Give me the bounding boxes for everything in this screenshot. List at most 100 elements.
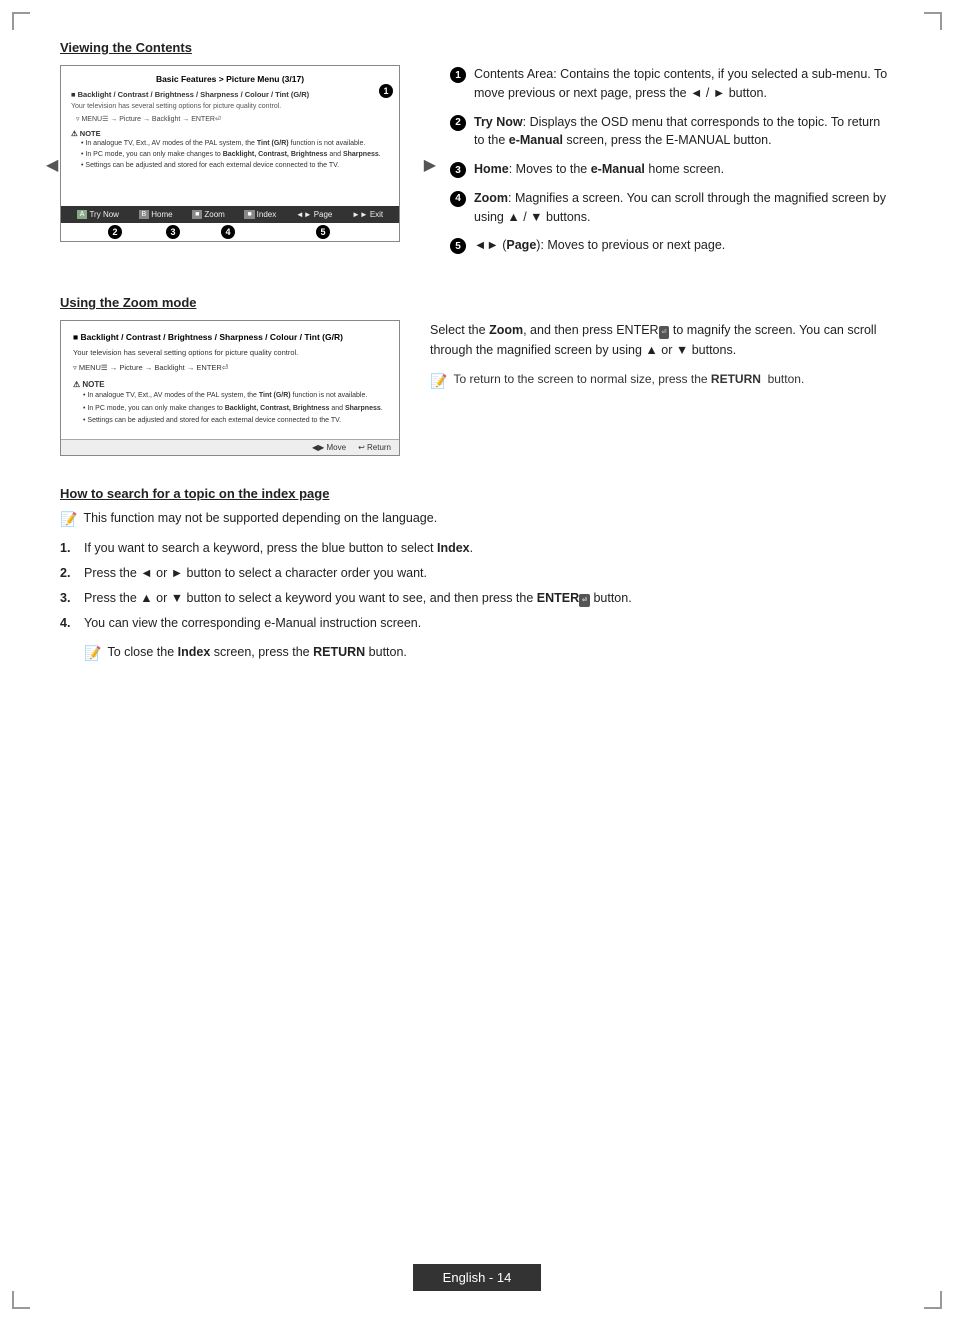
badge-1: 1 — [379, 84, 393, 98]
annotation-num-4: 4 — [450, 191, 466, 207]
step-item-4: 4. You can view the corresponding e-Manu… — [60, 613, 894, 633]
step-item-3: 3. Press the ▲ or ▼ button to select a k… — [60, 588, 894, 608]
step-item-2: 2. Press the ◄ or ► button to select a c… — [60, 563, 894, 583]
annotation-item-1: 1 Contents Area: Contains the topic cont… — [450, 65, 894, 103]
step-num-1: 1. — [60, 538, 78, 558]
step-text-4: You can view the corresponding e-Manual … — [84, 613, 894, 633]
nav-exit: ►► Exit — [352, 210, 383, 219]
zoom-screen-sub: Your television has several setting opti… — [73, 347, 387, 358]
footer-label: English - 14 — [413, 1264, 542, 1291]
zoom-nav-return: ↩ Return — [358, 443, 391, 452]
nav-badges-row: 2 3 4 5 — [61, 223, 399, 241]
zoom-screen-title: ■ Backlight / Contrast / Brightness / Sh… — [73, 331, 387, 344]
zoom-text-p1: Select the Zoom, and then press ENTER⏎ t… — [430, 320, 894, 360]
viewing-screen-mockup: Basic Features > Picture Menu (3/17) ■ B… — [60, 65, 400, 242]
step-note-text: To close the Index screen, press the RET… — [107, 645, 406, 662]
nav-page: ◄► Page — [296, 210, 333, 219]
step-num-4: 4. — [60, 613, 78, 633]
screen-content-area: Basic Features > Picture Menu (3/17) ■ B… — [61, 66, 399, 206]
zoom-mode-section: ■ Backlight / Contrast / Brightness / Sh… — [60, 320, 894, 456]
annotation-item-3: 3 Home: Moves to the e-Manual home scree… — [450, 160, 894, 179]
nav-page-icon: ◄► — [296, 210, 312, 219]
annotation-text-3: Home: Moves to the e-Manual home screen. — [474, 160, 894, 179]
index-note-icon: 📝 — [60, 511, 77, 528]
nav-try-now: A Try Now — [77, 210, 119, 219]
annotation-text-4: Zoom: Magnifies a screen. You can scroll… — [474, 189, 894, 227]
screen-title: Basic Features > Picture Menu (3/17) — [71, 74, 389, 86]
nav-zoom: ■ Zoom — [192, 210, 225, 219]
nav-exit-label: Exit — [370, 210, 383, 219]
footer: English - 14 — [0, 1264, 954, 1291]
nav-zoom-icon: ■ — [192, 210, 202, 219]
step-num-3: 3. — [60, 588, 78, 608]
zoom-mode-title: Using the Zoom mode — [60, 295, 894, 310]
zoom-note-title: ⚠ NOTE — [73, 379, 387, 391]
badge-4: 4 — [221, 225, 235, 239]
viewing-contents-section: ◀ Basic Features > Picture Menu (3/17) ■… — [60, 65, 894, 265]
annotation-list: 1 Contents Area: Contains the topic cont… — [450, 65, 894, 255]
badge-5: 5 — [316, 225, 330, 239]
index-note-text: This function may not be supported depen… — [83, 511, 437, 528]
zoom-nav-move: ◀▶ Move — [312, 443, 346, 452]
zoom-bullet-1: • In analogue TV, Ext., AV modes of the … — [83, 391, 387, 402]
screen-content-bold: ■ Backlight / Contrast / Brightness / Sh… — [71, 90, 389, 101]
nav-home-label: Home — [151, 210, 172, 219]
zoom-nav-bar: ◀▶ Move ↩ Return — [61, 439, 399, 455]
index-section: How to search for a topic on the index p… — [60, 486, 894, 662]
step-num-2: 2. — [60, 563, 78, 583]
zoom-return-note: To return to the screen to normal size, … — [453, 370, 804, 392]
screen-bullet-3: • Settings can be adjusted and stored fo… — [81, 161, 389, 171]
zoom-screen-menu: ▿ MENU☰ → Picture → Backlight → ENTER⏎ — [73, 362, 387, 373]
screen-navigation-bar: A Try Now B Home ■ Zoom ■ Index — [61, 206, 399, 223]
nav-try-now-icon: A — [77, 210, 88, 219]
zoom-note-para: 📝 To return to the screen to normal size… — [430, 370, 894, 392]
step-note-icon: 📝 — [84, 645, 101, 662]
index-section-title: How to search for a topic on the index p… — [60, 486, 894, 501]
nav-index: ■ Index — [244, 210, 276, 219]
viewing-contents-title: Viewing the Contents — [60, 40, 894, 55]
annotation-item-4: 4 Zoom: Magnifies a screen. You can scro… — [450, 189, 894, 227]
page: Viewing the Contents ◀ Basic Features > … — [0, 0, 954, 1321]
screen-note-section: ⚠ NOTE • In analogue TV, Ext., AV modes … — [71, 129, 389, 171]
nav-index-icon: ■ — [244, 210, 254, 219]
nav-home: B Home — [139, 210, 173, 219]
zoom-screen-inner: ■ Backlight / Contrast / Brightness / Sh… — [61, 321, 399, 439]
screen-note-title: ⚠ NOTE — [71, 129, 389, 140]
index-note: 📝 This function may not be supported dep… — [60, 511, 894, 528]
nav-page-label: Page — [314, 210, 333, 219]
annotation-text-5: ◄► (Page): Moves to previous or next pag… — [474, 236, 894, 255]
zoom-screen-wrapper: ■ Backlight / Contrast / Brightness / Sh… — [60, 320, 400, 456]
nav-exit-icon: ►► — [352, 210, 368, 219]
annotation-text-1: Contents Area: Contains the topic conten… — [474, 65, 894, 103]
annotation-num-5: 5 — [450, 238, 466, 254]
zoom-text-area: Select the Zoom, and then press ENTER⏎ t… — [430, 320, 894, 456]
annotation-item-5: 5 ◄► (Page): Moves to previous or next p… — [450, 236, 894, 255]
viewing-annotations: 1 Contents Area: Contains the topic cont… — [450, 65, 894, 265]
zoom-bullet-3: • Settings can be adjusted and stored fo… — [83, 416, 387, 427]
step-text-2: Press the ◄ or ► button to select a char… — [84, 563, 894, 583]
nav-home-icon: B — [139, 210, 150, 219]
badge-2: 2 — [108, 225, 122, 239]
badge-3: 3 — [166, 225, 180, 239]
annotation-item-2: 2 Try Now: Displays the OSD menu that co… — [450, 113, 894, 151]
step-item-1: 1. If you want to search a keyword, pres… — [60, 538, 894, 558]
steps-list: 1. If you want to search a keyword, pres… — [60, 538, 894, 633]
zoom-bullet-2: • In PC mode, you can only make changes … — [83, 404, 387, 415]
screen-arrow-right: ▶ — [424, 155, 436, 175]
step-note: 📝 To close the Index screen, press the R… — [84, 645, 894, 662]
step-text-1: If you want to search a keyword, press t… — [84, 538, 894, 558]
screen-content-sub: Your television has several setting opti… — [71, 102, 389, 112]
note-icon: 📝 — [430, 370, 447, 392]
step-text-3: Press the ▲ or ▼ button to select a keyw… — [84, 588, 894, 608]
screen-bullet-1: • In analogue TV, Ext., AV modes of the … — [81, 139, 389, 149]
annotation-num-3: 3 — [450, 162, 466, 178]
screen-menu-line: ▿ MENU☰ → Picture → Backlight → ENTER⏎ — [76, 115, 389, 125]
zoom-screen-mockup: ■ Backlight / Contrast / Brightness / Sh… — [60, 320, 400, 456]
screen-bullet-2: • In PC mode, you can only make changes … — [81, 150, 389, 160]
annotation-num-2: 2 — [450, 115, 466, 131]
nav-zoom-label: Zoom — [204, 210, 224, 219]
annotation-num-1: 1 — [450, 67, 466, 83]
nav-index-label: Index — [257, 210, 277, 219]
annotation-text-2: Try Now: Displays the OSD menu that corr… — [474, 113, 894, 151]
nav-try-now-label: Try Now — [89, 210, 118, 219]
